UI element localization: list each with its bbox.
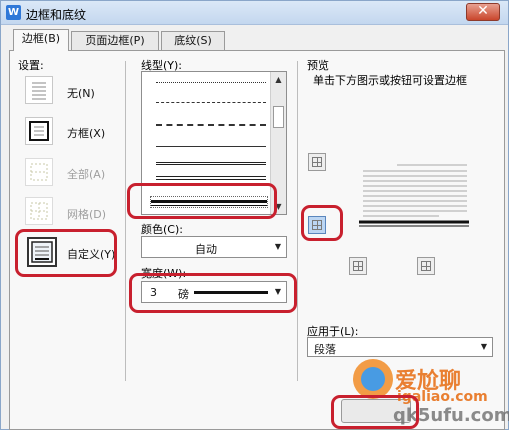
- borders-shading-dialog: W 边框和底纹 ✕ 边框(B) 页面边框(P) 底纹(S) 设置: 无(N) 方…: [0, 0, 509, 430]
- bottom-border-icon: [312, 220, 322, 230]
- dialog-title: 边框和底纹: [26, 8, 87, 22]
- setting-box-icon[interactable]: [25, 117, 53, 145]
- line-style-scrollbar[interactable]: ▲ ▼: [270, 72, 286, 214]
- close-button[interactable]: ✕: [466, 3, 500, 21]
- color-value: 自动: [195, 243, 217, 256]
- chevron-down-icon[interactable]: ▼: [270, 282, 286, 302]
- setting-grid-icon: [25, 197, 53, 225]
- apply-to-dropdown[interactable]: 段落 ▼: [307, 337, 493, 357]
- title-bar: W 边框和底纹 ✕: [1, 1, 508, 25]
- tab-shading[interactable]: 底纹(S): [161, 31, 225, 50]
- width-unit: 磅: [178, 288, 189, 301]
- width-line-sample: [194, 291, 268, 294]
- line-style-list[interactable]: ▲ ▼: [141, 71, 287, 215]
- line-style-selected[interactable]: [150, 196, 268, 208]
- divider-left: [125, 61, 126, 381]
- setting-none-icon[interactable]: [25, 76, 53, 104]
- preview-page[interactable]: [359, 161, 471, 229]
- line-style-dashed[interactable]: [156, 102, 266, 103]
- setting-none-label[interactable]: 无(N): [67, 85, 95, 101]
- watermark-domain: igaliao.com: [397, 389, 488, 405]
- top-border-icon: [312, 157, 322, 167]
- setting-grid-label: 网格(D): [67, 208, 107, 221]
- scroll-up-icon[interactable]: ▲: [273, 74, 284, 85]
- line-style-thin-single[interactable]: [156, 146, 266, 147]
- preview-label: 预览: [307, 59, 329, 72]
- setting-box-label[interactable]: 方框(X): [67, 125, 105, 141]
- divider-right: [297, 61, 298, 381]
- site-logo-icon: [353, 359, 393, 399]
- line-style-dash-dot[interactable]: [156, 124, 266, 126]
- top-border-button[interactable]: [308, 153, 326, 171]
- line-style-thick-double[interactable]: [156, 176, 266, 180]
- bottom-border-button[interactable]: [308, 216, 326, 234]
- line-style-double[interactable]: [156, 162, 266, 165]
- width-value: 3: [150, 286, 157, 299]
- right-border-button[interactable]: [417, 257, 435, 275]
- apply-to-value: 段落: [314, 343, 336, 356]
- settings-label: 设置:: [18, 59, 44, 72]
- setting-all-icon: [25, 158, 53, 186]
- left-border-button[interactable]: [349, 257, 367, 275]
- color-label: 颜色(C):: [141, 223, 183, 236]
- scroll-down-icon[interactable]: ▼: [273, 201, 284, 212]
- preview-hint: 单击下方图示或按钮可设置边框: [313, 74, 467, 87]
- chevron-down-icon[interactable]: ▼: [270, 237, 286, 257]
- wps-writer-icon: W: [6, 5, 21, 20]
- color-dropdown[interactable]: 自动 ▼: [141, 236, 287, 258]
- left-border-icon: [353, 261, 363, 271]
- width-dropdown[interactable]: 3 磅 ▼: [141, 281, 287, 303]
- chevron-down-icon[interactable]: ▼: [476, 338, 492, 356]
- setting-all-label: 全部(A): [67, 168, 106, 181]
- tab-borders[interactable]: 边框(B): [13, 29, 69, 51]
- right-border-icon: [421, 261, 431, 271]
- width-label: 宽度(W):: [141, 267, 187, 280]
- watermark-domain-2: qk5ufu.com: [393, 405, 509, 426]
- line-style-dotted[interactable]: [156, 82, 266, 83]
- scroll-thumb[interactable]: [273, 106, 284, 128]
- setting-custom-icon[interactable]: [27, 237, 57, 267]
- setting-custom-label[interactable]: 自定义(Y): [67, 246, 115, 262]
- tab-page-border[interactable]: 页面边框(P): [71, 31, 159, 50]
